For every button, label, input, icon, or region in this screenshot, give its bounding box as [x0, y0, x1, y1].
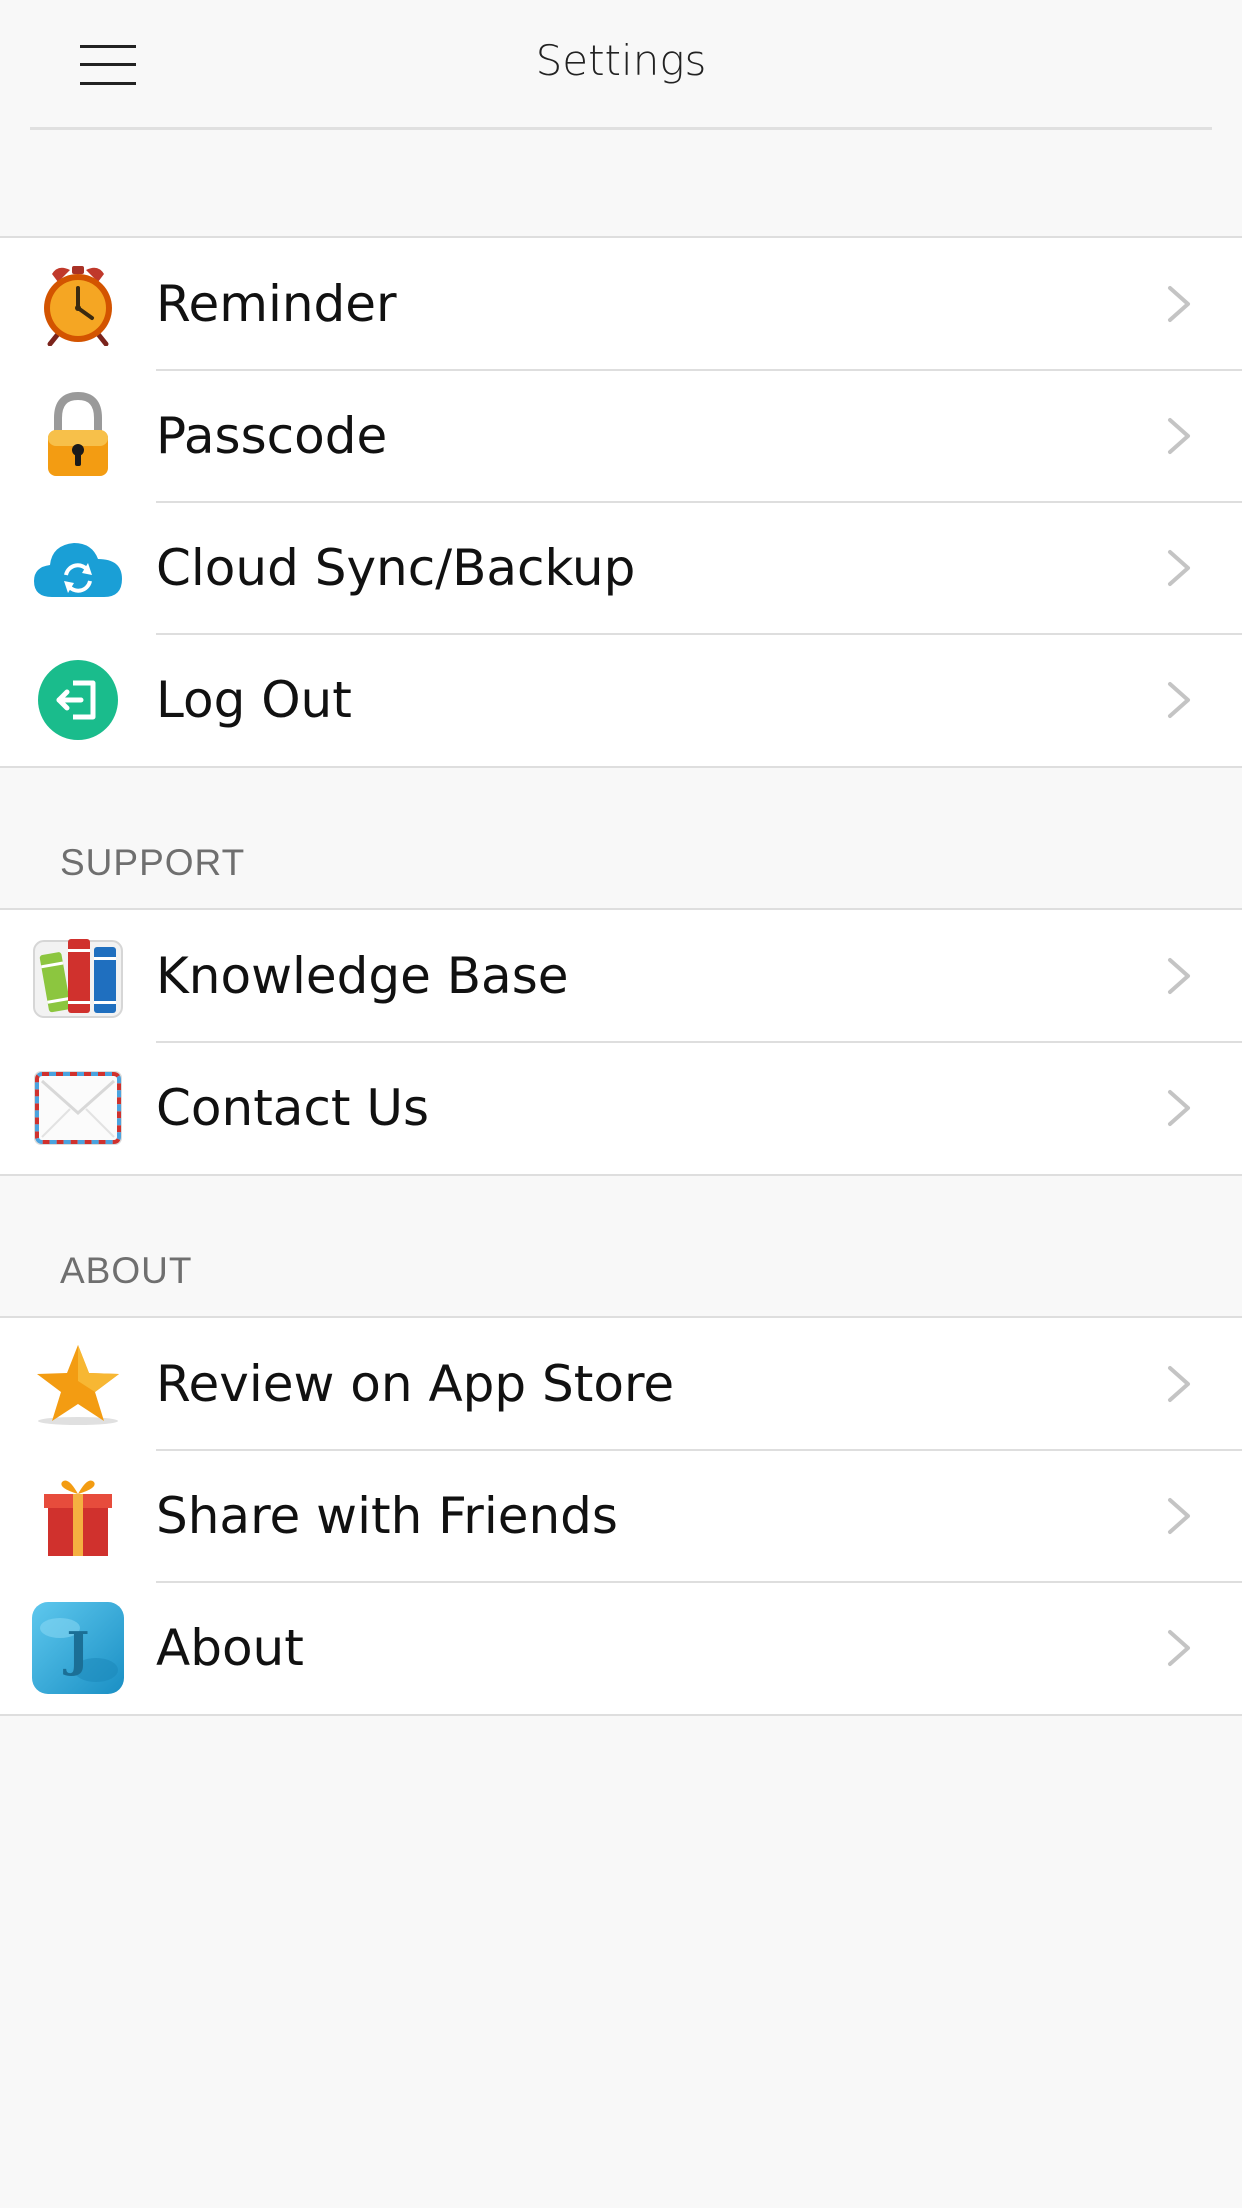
chevron-right-icon — [1168, 1498, 1190, 1534]
books-icon — [30, 932, 126, 1020]
settings-row-label: Share with Friends — [156, 1487, 618, 1545]
envelope-icon — [30, 1064, 126, 1152]
settings-row-label: Cloud Sync/Backup — [156, 539, 636, 597]
star-icon — [30, 1340, 126, 1428]
settings-row-passcode[interactable]: Passcode — [0, 370, 1242, 503]
gift-icon — [30, 1472, 126, 1560]
section-header-support: SUPPORT — [60, 842, 246, 883]
chevron-right-icon — [1168, 550, 1190, 586]
chevron-right-icon — [1168, 958, 1190, 994]
chevron-right-icon — [1168, 682, 1190, 718]
logout-icon — [30, 656, 126, 744]
settings-row-cloud-sync[interactable]: Cloud Sync/Backup — [0, 502, 1242, 635]
chevron-right-icon — [1168, 1630, 1190, 1666]
settings-group-account: Reminder Passcode Cloud Sync/Backup Log … — [0, 236, 1242, 768]
settings-row-share[interactable]: Share with Friends — [0, 1450, 1242, 1583]
settings-group-about: Review on App Store Share with Friends J… — [0, 1316, 1242, 1716]
settings-row-review[interactable]: Review on App Store — [0, 1318, 1242, 1451]
settings-row-label: Passcode — [156, 407, 388, 465]
settings-row-label: Knowledge Base — [156, 947, 569, 1005]
navigation-bar: Settings — [0, 0, 1242, 130]
chevron-right-icon — [1168, 1366, 1190, 1402]
settings-row-about[interactable]: J About — [0, 1582, 1242, 1714]
section-header-about: ABOUT — [60, 1250, 193, 1291]
settings-row-log-out[interactable]: Log Out — [0, 634, 1242, 766]
settings-row-contact-us[interactable]: Contact Us — [0, 1042, 1242, 1174]
settings-row-label: Reminder — [156, 275, 397, 333]
navbar-divider — [30, 127, 1212, 130]
app-logo-icon: J — [30, 1602, 126, 1694]
settings-row-reminder[interactable]: Reminder — [0, 238, 1242, 371]
settings-row-label: Log Out — [156, 671, 352, 729]
settings-row-label: About — [156, 1619, 304, 1677]
chevron-right-icon — [1168, 1090, 1190, 1126]
chevron-right-icon — [1168, 286, 1190, 322]
app-logo-letter: J — [63, 1622, 90, 1678]
alarm-clock-icon — [30, 260, 126, 348]
settings-row-knowledge-base[interactable]: Knowledge Base — [0, 910, 1242, 1043]
settings-group-support: Knowledge Base Contact Us — [0, 908, 1242, 1176]
chevron-right-icon — [1168, 418, 1190, 454]
settings-row-label: Contact Us — [156, 1079, 430, 1137]
cloud-sync-icon — [30, 524, 126, 612]
settings-row-label: Review on App Store — [156, 1355, 675, 1413]
lock-icon — [30, 392, 126, 480]
page-title: Settings — [535, 36, 707, 85]
